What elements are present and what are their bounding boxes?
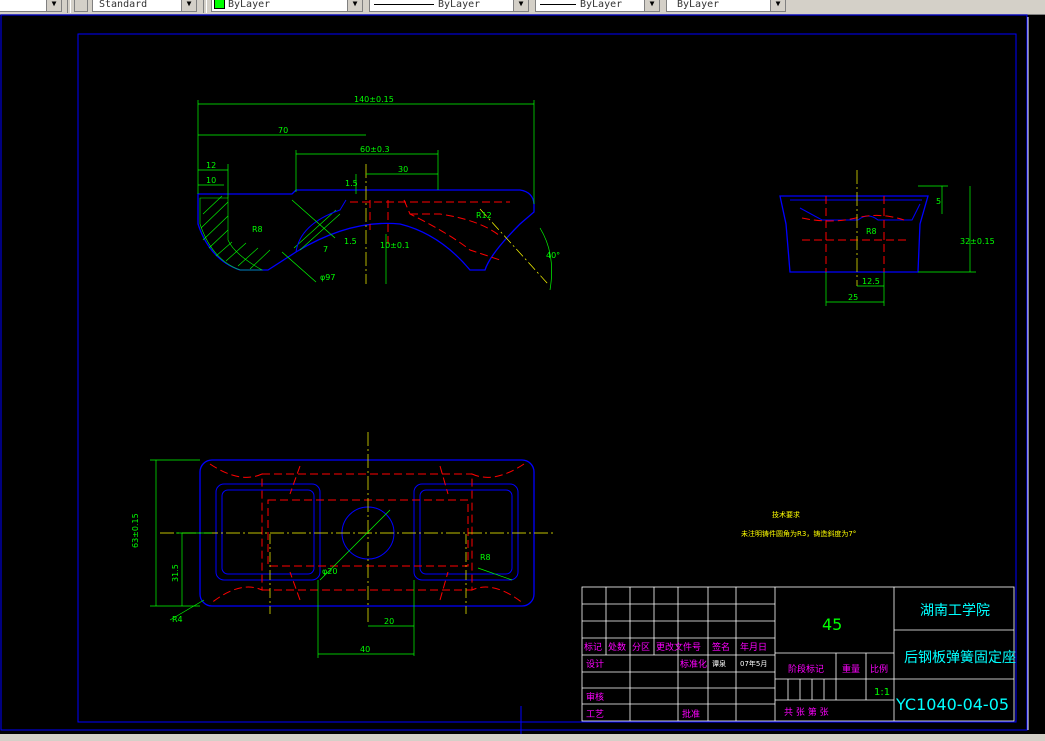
header-date: 年月日: [740, 641, 767, 653]
dim-1-5a: 1.5: [345, 179, 358, 188]
header-sign: 签名: [712, 641, 730, 653]
lineweight-select[interactable]: ByLayer ▼: [535, 0, 660, 12]
tech-req-title: 技术要求: [772, 510, 800, 519]
dim-63: 63±0.15: [131, 513, 140, 548]
scale-value: 1:1: [874, 687, 890, 698]
dim-1-5b: 1.5: [344, 237, 357, 246]
dim-31-5: 31.5: [171, 564, 180, 582]
header-count: 处数: [608, 641, 626, 653]
dim-32: 32±0.15: [960, 237, 995, 246]
header-mark: 标记: [584, 641, 602, 653]
design-label: 设计: [586, 658, 604, 670]
toolbar-separator: [203, 0, 207, 13]
linetype-value: ByLayer: [438, 0, 481, 10]
technical-requirements: 技术要求 未注明铸件圆角为R3，铸造斜度为7°: [741, 510, 856, 538]
drawing-number: YC1040-04-05: [895, 695, 1009, 714]
linetype-sample: [374, 3, 434, 5]
dim-top-r8: R8: [480, 553, 491, 562]
dropdown-arrow-icon[interactable]: ▼: [770, 0, 785, 11]
toolbar-separator: [67, 0, 71, 13]
color-swatch-icon: [214, 0, 225, 9]
dim-r8: R8: [252, 225, 263, 234]
top-view: 63±0.15 31.5 φ20 R8 R4 20 40: [131, 432, 556, 658]
stage-mark-label: 阶段标记: [788, 663, 824, 675]
drawing-frame: [0, 14, 1028, 731]
review-label: 审核: [586, 691, 604, 703]
status-bar: [0, 734, 1045, 741]
dropdown-arrow-icon[interactable]: ▼: [513, 0, 528, 11]
dim-dia97: φ97: [320, 273, 335, 282]
material-value: 45: [822, 615, 842, 634]
title-block: 45 湖南工学院 后钢板弹簧固定座 YC1040-04-05 1:1 标记 处数…: [581, 586, 1016, 722]
plotstyle-value: ByLayer: [677, 0, 720, 10]
side-view: 5 32±0.15 R8 12.5 25: [779, 170, 995, 306]
dropdown-arrow-icon[interactable]: ▼: [347, 0, 362, 11]
dim-5: 5: [936, 197, 941, 206]
sheet-label: 共 张 第 张: [784, 706, 829, 718]
dim-70: 70: [278, 126, 288, 135]
front-view: 140±0.15 70 60±0.3 30 12 10 R8 1.5 1.5 7…: [197, 95, 560, 291]
dim-dia20: φ20: [322, 567, 337, 576]
scale-label: 比例: [870, 663, 888, 675]
school-name: 湖南工学院: [920, 603, 990, 619]
dim-overall: 140±0.15: [354, 95, 394, 104]
lineweight-value: ByLayer: [580, 0, 623, 10]
dim-7: 7: [323, 245, 328, 254]
dim-10b: 10±0.1: [380, 241, 410, 250]
lineweight-sample: [540, 3, 576, 5]
weight-label: 重量: [842, 663, 860, 675]
text-style-select[interactable]: Standard ▼: [92, 0, 197, 12]
designer-signature: 谭泉: [712, 659, 726, 668]
dropdown-arrow-icon[interactable]: ▼: [181, 0, 196, 11]
standardize-label: 标准化: [680, 658, 707, 670]
dim-10: 10: [206, 176, 216, 185]
process-label: 工艺: [586, 709, 604, 720]
properties-toolbar: ▼ Standard ▼ ByLayer ▼ ByLayer ▼ ByLayer ▼ B…: [0, 0, 1045, 15]
dim-20: 20: [384, 617, 394, 626]
header-change-doc: 更改文件号: [656, 641, 701, 653]
dropdown-arrow-icon[interactable]: ▼: [46, 0, 61, 11]
part-name: 后钢板弹簧固定座: [904, 650, 1016, 666]
dim-side-r8: R8: [866, 227, 877, 236]
color-select[interactable]: ByLayer ▼: [211, 0, 363, 12]
linetype-select[interactable]: ByLayer ▼: [369, 0, 529, 12]
date-value: 07年5月: [740, 659, 767, 668]
color-value: ByLayer: [228, 0, 271, 10]
tech-req-body: 未注明铸件圆角为R3，铸造斜度为7°: [741, 529, 856, 538]
dim-angle: 40°: [546, 251, 560, 260]
drawing-canvas[interactable]: 140±0.15 70 60±0.3 30 12 10 R8 1.5 1.5 7…: [0, 14, 1045, 734]
approve-label: 批准: [682, 708, 700, 720]
text-style-icon[interactable]: [74, 0, 88, 12]
dim-60: 60±0.3: [360, 145, 390, 154]
dim-25: 25: [848, 293, 858, 302]
plotstyle-select[interactable]: ByLayer ▼: [666, 0, 786, 12]
prev-combo[interactable]: ▼: [0, 0, 62, 12]
dropdown-arrow-icon[interactable]: ▼: [644, 0, 659, 11]
dim-30: 30: [398, 165, 408, 174]
dim-r4: R4: [172, 615, 183, 624]
dim-12-5: 12.5: [862, 277, 880, 286]
text-style-value: Standard: [99, 0, 148, 10]
dim-12: 12: [206, 161, 216, 170]
dim-40: 40: [360, 645, 370, 654]
dim-r12: R12: [476, 211, 492, 220]
header-zone: 分区: [632, 642, 650, 653]
